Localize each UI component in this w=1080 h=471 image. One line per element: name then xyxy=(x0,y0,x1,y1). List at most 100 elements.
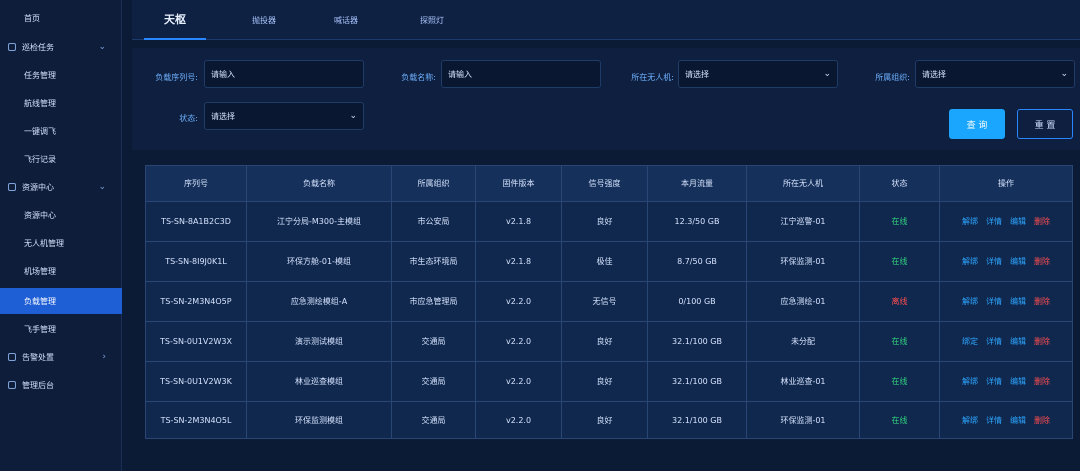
nav-alarm-handling-label: 告警处置 xyxy=(22,352,54,362)
serial-input[interactable]: 请输入 xyxy=(204,60,364,88)
nav-airport-management-label: 机场管理 xyxy=(24,266,56,276)
tab-tianshu[interactable]: 天枢 xyxy=(144,0,206,40)
org-select[interactable]: 请选择 ⌄ xyxy=(915,60,1075,88)
nav-route-management-label: 航线管理 xyxy=(24,98,56,108)
delete-link[interactable]: 删除 xyxy=(1034,376,1050,387)
bind-link[interactable]: 绑定 xyxy=(962,336,978,347)
nav-payload-management[interactable]: 负载管理 xyxy=(0,288,122,314)
drone-select-value: 请选择 xyxy=(685,69,709,79)
cell-firmware: v2.2.0 xyxy=(476,322,562,361)
reset-button[interactable]: 重 置 xyxy=(1017,109,1073,139)
cell-drone: 环保监测-01 xyxy=(747,402,860,439)
cell-org: 市生态环境局 xyxy=(392,242,476,281)
delete-link[interactable]: 删除 xyxy=(1034,256,1050,267)
nav-flight-records-label: 飞行记录 xyxy=(24,154,56,164)
delete-link[interactable]: 删除 xyxy=(1034,336,1050,347)
task-icon xyxy=(8,43,16,51)
table-row: TS-SN-2M3N4O5P 应急测绘模组-A 市应急管理局 v2.2.0 无信… xyxy=(146,282,1072,322)
table-header-row: 序列号 负载名称 所属组织 固件版本 信号强度 本月流量 所在无人机 状态 操作 xyxy=(146,166,1072,202)
nav-task-management[interactable]: 任务管理 xyxy=(0,62,122,88)
nav-resource-center-sub-label: 资源中心 xyxy=(24,210,56,220)
nav-admin-backend[interactable]: 管理后台 xyxy=(0,372,122,398)
unbind-link[interactable]: 解绑 xyxy=(962,256,978,267)
column-header: 所在无人机 xyxy=(747,166,860,201)
nav-resource-center-sub[interactable]: 资源中心 xyxy=(0,202,122,228)
nav-inspection-task[interactable]: 巡检任务 ⌄ xyxy=(0,34,122,60)
detail-link[interactable]: 详情 xyxy=(986,296,1002,307)
tab-speaker[interactable]: 喊话器 xyxy=(316,0,376,40)
unbind-link[interactable]: 解绑 xyxy=(962,296,978,307)
detail-link[interactable]: 详情 xyxy=(986,336,1002,347)
cell-drone: 林业巡查-01 xyxy=(747,362,860,401)
cell-drone: 江宁巡警-01 xyxy=(747,202,860,241)
nav-drone-management[interactable]: 无人机管理 xyxy=(0,230,122,256)
cell-firmware: v2.1.8 xyxy=(476,242,562,281)
query-button[interactable]: 查 询 xyxy=(949,109,1005,139)
detail-link[interactable]: 详情 xyxy=(986,256,1002,267)
nav-resource-center[interactable]: 资源中心 ⌄ xyxy=(0,174,122,200)
nav-alarm-handling[interactable]: 告警处置 › xyxy=(0,344,122,370)
cell-traffic: 12.3/50 GB xyxy=(648,202,747,241)
status-label: 状态: xyxy=(179,114,198,123)
nav-route-management[interactable]: 航线管理 xyxy=(0,90,122,116)
tab-dropper[interactable]: 抛投器 xyxy=(234,0,294,40)
status-badge: 在线 xyxy=(860,242,940,281)
unbind-link[interactable]: 解绑 xyxy=(962,415,978,426)
cell-serial: TS-SN-0U1V2W3K xyxy=(146,362,247,401)
status-select[interactable]: 请选择 ⌄ xyxy=(204,102,364,130)
tab-searchlight[interactable]: 探照灯 xyxy=(402,0,462,40)
name-input[interactable]: 请输入 xyxy=(441,60,601,88)
nav-one-click-dispatch[interactable]: 一键调飞 xyxy=(0,118,122,144)
tab-searchlight-label: 探照灯 xyxy=(420,15,444,25)
drone-select[interactable]: 请选择 ⌄ xyxy=(678,60,838,88)
cell-ops: 解绑 详情 编辑 删除 xyxy=(940,242,1072,281)
detail-link[interactable]: 详情 xyxy=(986,216,1002,227)
unbind-link[interactable]: 解绑 xyxy=(962,216,978,227)
edit-link[interactable]: 编辑 xyxy=(1010,415,1026,426)
nav-home[interactable]: 首页 xyxy=(0,5,122,31)
table-row: TS-SN-8A1B2C3D 江宁分局-M300-主模组 市公安局 v2.1.8… xyxy=(146,202,1072,242)
nav-admin-backend-label: 管理后台 xyxy=(22,380,54,390)
alarm-icon xyxy=(8,353,16,361)
nav-airport-management[interactable]: 机场管理 xyxy=(0,258,122,284)
cell-ops: 解绑 详情 编辑 删除 xyxy=(940,402,1072,439)
nav-payload-management-label: 负载管理 xyxy=(24,296,56,306)
column-header: 负载名称 xyxy=(247,166,392,201)
status-badge: 在线 xyxy=(860,322,940,361)
cell-name: 林业巡查模组 xyxy=(247,362,392,401)
cell-signal: 无信号 xyxy=(562,282,648,321)
nav-flight-records[interactable]: 飞行记录 xyxy=(0,146,122,172)
chevron-down-icon: ⌄ xyxy=(98,182,106,192)
column-header: 信号强度 xyxy=(562,166,648,201)
nav-pilot-management[interactable]: 飞手管理 xyxy=(0,316,122,342)
status-badge: 在线 xyxy=(860,402,940,439)
cell-serial: TS-SN-2M3N4O5L xyxy=(146,402,247,439)
cell-serial: TS-SN-8I9J0K1L xyxy=(146,242,247,281)
tab-speaker-label: 喊话器 xyxy=(334,15,358,25)
table-row: TS-SN-0U1V2W3K 林业巡查模组 交通局 v2.2.0 良好 32.1… xyxy=(146,362,1072,402)
cell-firmware: v2.2.0 xyxy=(476,362,562,401)
chevron-down-icon: ⌄ xyxy=(823,69,831,79)
column-header: 状态 xyxy=(860,166,940,201)
edit-link[interactable]: 编辑 xyxy=(1010,216,1026,227)
unbind-link[interactable]: 解绑 xyxy=(962,376,978,387)
delete-link[interactable]: 删除 xyxy=(1034,296,1050,307)
edit-link[interactable]: 编辑 xyxy=(1010,296,1026,307)
detail-link[interactable]: 详情 xyxy=(986,376,1002,387)
delete-link[interactable]: 删除 xyxy=(1034,216,1050,227)
edit-link[interactable]: 编辑 xyxy=(1010,336,1026,347)
cell-traffic: 32.1/100 GB xyxy=(648,402,747,439)
chevron-down-icon: ⌄ xyxy=(98,42,106,52)
edit-link[interactable]: 编辑 xyxy=(1010,256,1026,267)
delete-link[interactable]: 删除 xyxy=(1034,415,1050,426)
edit-link[interactable]: 编辑 xyxy=(1010,376,1026,387)
cell-org: 市公安局 xyxy=(392,202,476,241)
detail-link[interactable]: 详情 xyxy=(986,415,1002,426)
cell-drone: 未分配 xyxy=(747,322,860,361)
payload-table: 序列号 负载名称 所属组织 固件版本 信号强度 本月流量 所在无人机 状态 操作… xyxy=(145,165,1073,439)
cell-org: 交通局 xyxy=(392,402,476,439)
cell-traffic: 0/100 GB xyxy=(648,282,747,321)
cell-name: 应急测绘模组-A xyxy=(247,282,392,321)
cell-org: 交通局 xyxy=(392,322,476,361)
cell-traffic: 32.1/100 GB xyxy=(648,362,747,401)
